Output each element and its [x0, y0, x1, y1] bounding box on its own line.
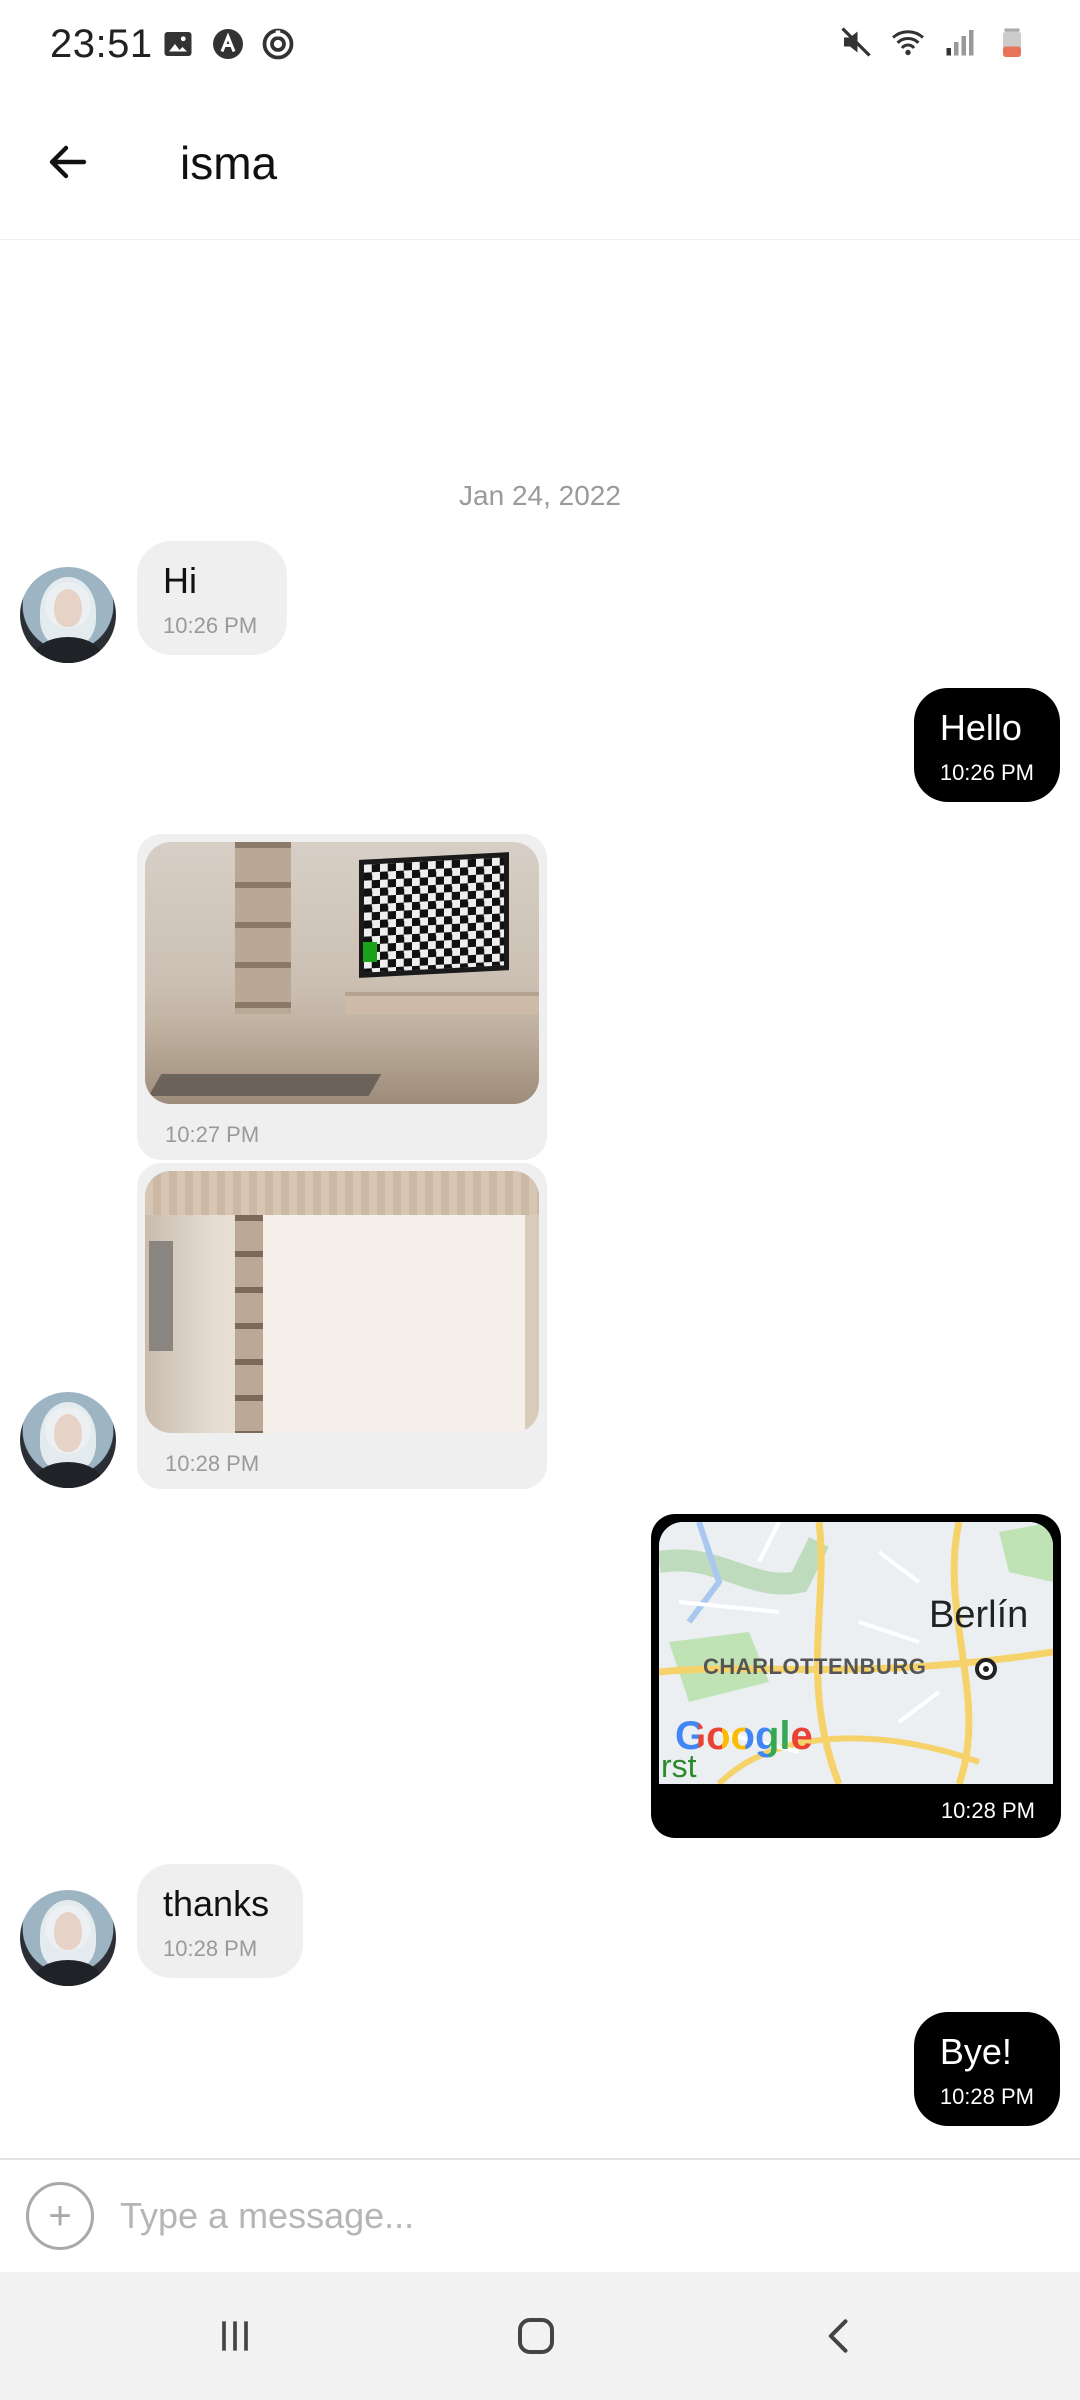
contact-avatar[interactable] [20, 1890, 116, 1986]
room-with-tv-photo[interactable] [145, 842, 539, 1104]
map-district-label: CHARLOTTENBURG [703, 1654, 927, 1679]
incoming-image-message[interactable]: 10:28 PM [137, 1163, 547, 1489]
message-input[interactable] [120, 2184, 1040, 2248]
message-text: thanks [163, 1883, 270, 1924]
map-edge-label: rst [661, 1748, 697, 1784]
home-icon [518, 2318, 554, 2354]
signal-icon [946, 30, 974, 56]
battery-low-icon [1003, 28, 1021, 57]
mute-icon [841, 27, 871, 57]
contact-avatar[interactable] [20, 1392, 116, 1488]
app-icon [213, 29, 243, 59]
message-composer: + [0, 2158, 1080, 2272]
notification-icons [160, 26, 296, 62]
outgoing-message[interactable]: Bye! 10:28 PM [913, 2012, 1060, 2126]
outgoing-message[interactable]: Hello 10:26 PM [913, 688, 1060, 802]
message-time: 10:28 PM [940, 1798, 1035, 1823]
contact-name[interactable]: isma [180, 136, 277, 190]
message-text: Bye! [939, 2031, 1012, 2072]
wifi-icon [892, 30, 924, 56]
message-time: 10:28 PM [163, 1936, 258, 1961]
add-attachment-button[interactable]: + [26, 2182, 94, 2250]
contact-avatar[interactable] [20, 567, 116, 663]
plus-icon: + [48, 2194, 72, 2238]
recent-apps-button[interactable] [195, 2304, 275, 2368]
message-text: Hi [163, 560, 197, 601]
message-text: Hello [939, 707, 1022, 748]
location-map[interactable]: Berlín CHARLOTTENBURG Google rst [659, 1522, 1053, 1784]
sync-icon [262, 28, 294, 60]
image-icon [164, 32, 192, 56]
message-list[interactable]: Jan 24, 2022 Hi 10:26 PM Hello 10:26 PM … [0, 240, 1080, 2158]
chat-header: isma [0, 90, 1080, 240]
system-icons [838, 24, 1030, 60]
location-pin-icon [975, 1658, 997, 1680]
home-button[interactable] [496, 2304, 576, 2368]
arrow-left-icon [49, 145, 87, 179]
message-time: 10:28 PM [165, 1451, 260, 1476]
message-time: 10:28 PM [939, 2084, 1034, 2109]
back-button[interactable] [34, 128, 102, 196]
message-time: 10:27 PM [165, 1122, 260, 1147]
back-icon [828, 2319, 848, 2353]
status-time: 23:51 [50, 22, 153, 66]
status-bar: 23:51 [0, 0, 1080, 90]
recent-apps-icon [222, 2321, 248, 2351]
incoming-message[interactable]: thanks 10:28 PM [137, 1864, 303, 1978]
system-navigation-bar [0, 2272, 1080, 2400]
map-city-label: Berlín [929, 1594, 1029, 1636]
message-time: 10:26 PM [939, 760, 1034, 785]
outgoing-location-message[interactable]: Berlín CHARLOTTENBURG Google rst 10:28 P… [651, 1514, 1061, 1838]
incoming-message[interactable]: Hi 10:26 PM [137, 541, 287, 655]
date-separator: Jan 24, 2022 [459, 480, 621, 511]
system-back-button[interactable] [800, 2304, 880, 2368]
incoming-image-message[interactable]: 10:27 PM [137, 834, 547, 1160]
message-time: 10:26 PM [163, 613, 258, 638]
white-wall-room-photo[interactable] [145, 1171, 539, 1433]
